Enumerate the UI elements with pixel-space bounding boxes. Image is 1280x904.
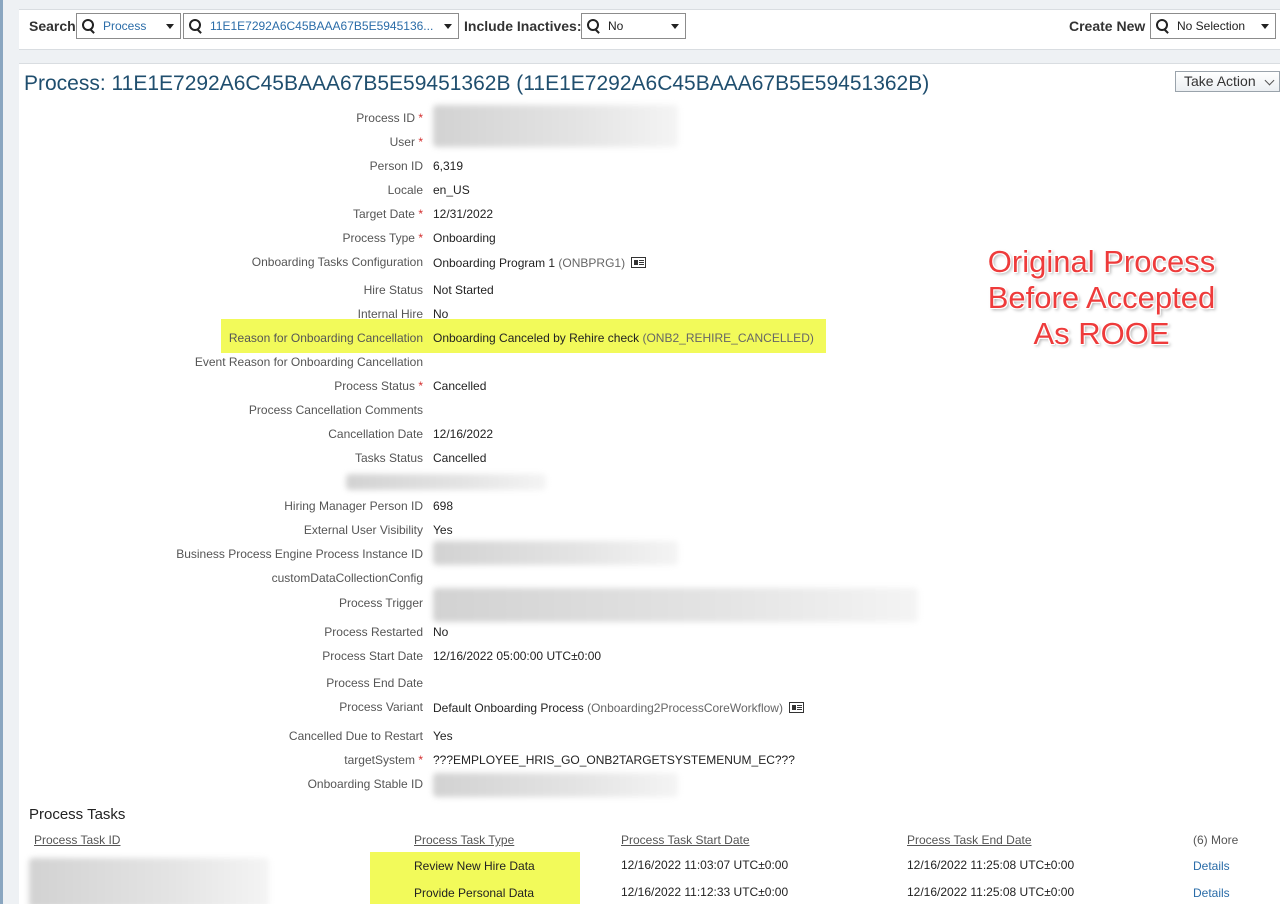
create-new-select[interactable]: No Selection (1150, 13, 1276, 39)
field-label-ext-visibility: External User Visibility (303, 523, 423, 537)
field-value-internal-hire: No (433, 307, 449, 321)
field-label-cancel-reason: Reason for Onboarding Cancellation (228, 331, 423, 345)
field-label-end-date: Process End Date (326, 676, 423, 690)
field-label-custom-config: customDataCollectionConfig (271, 571, 423, 585)
field-label-cancel-date: Cancellation Date (328, 427, 423, 441)
field-value-hiring-manager: 698 (433, 499, 454, 513)
field-label-bpe-instance: Business Process Engine Process Instance… (176, 547, 423, 561)
search-icon (79, 17, 97, 35)
task-row-1-end: 12/16/2022 11:25:08 UTC±0:00 (907, 858, 1075, 872)
field-label-cancelled-restart: Cancelled Due to Restart (288, 729, 423, 743)
task-row-1-start: 12/16/2022 11:03:07 UTC±0:00 (621, 858, 789, 872)
field-label-person-id: Person ID (369, 159, 423, 173)
field-value-cancel-reason: Onboarding Canceled by Rehire check (ONB… (433, 331, 814, 345)
field-label-target-system: targetSystem * (344, 753, 423, 767)
field-value-target-date: 12/31/2022 (433, 207, 494, 221)
details-card-icon[interactable] (789, 702, 805, 713)
more-columns-link[interactable]: (6) More (1193, 833, 1238, 847)
take-action-button[interactable]: Take Action (1175, 71, 1280, 92)
process-detail-panel: Process: 11E1E7292A6C45BAAA67B5E59451362… (19, 63, 1280, 904)
field-label-hire-status: Hire Status (363, 283, 423, 297)
task-row-2-type: Provide Personal Data (414, 886, 535, 900)
field-value-process-status: Cancelled (433, 379, 487, 393)
field-label-process-trigger: Process Trigger (338, 596, 423, 610)
field-label-process-status: Process Status * (334, 379, 423, 393)
include-inactives-label: Include Inactives: (464, 18, 582, 34)
object-search-select[interactable]: 11E1E7292A6C45BAAA67B5E5945136... (183, 13, 459, 39)
task-row-2-start: 12/16/2022 11:12:33 UTC±0:00 (621, 885, 789, 899)
field-value-hire-status: Not Started (433, 283, 494, 297)
field-label-event-reason: Event Reason for Onboarding Cancellation (194, 355, 423, 369)
redacted-task-ids (29, 858, 269, 904)
field-value-target-system: ???EMPLOYEE_HRIS_GO_ONB2TARGETSYSTEMENUM… (433, 753, 795, 767)
dropdown-caret-icon (671, 23, 679, 29)
redacted-process-trigger (433, 588, 918, 622)
task-row-1-type: Review New Hire Data (414, 859, 535, 873)
search-icon (584, 17, 602, 35)
field-value-variant: Default Onboarding Process (Onboarding2P… (433, 701, 805, 715)
chevron-down-icon (1264, 75, 1275, 86)
dropdown-caret-icon (444, 23, 452, 29)
field-value-person-id: 6,319 (433, 159, 464, 173)
task-row-1-details-link[interactable]: Details (1193, 859, 1230, 873)
redacted-process-id-user (433, 105, 678, 147)
field-label-restarted: Process Restarted (324, 625, 423, 639)
field-label-hiring-manager: Hiring Manager Person ID (284, 499, 423, 513)
field-label-process-id: Process ID * (356, 111, 423, 125)
field-label-variant: Process Variant (339, 700, 423, 714)
details-card-icon[interactable] (631, 257, 647, 268)
field-value-ext-visibility: Yes (433, 523, 453, 537)
column-header-task-type[interactable]: Process Task Type (414, 833, 514, 847)
field-label-locale: Locale (387, 183, 423, 197)
process-tasks-title: Process Tasks (29, 806, 126, 823)
object-type-select[interactable]: Process (76, 13, 181, 39)
field-value-locale: en_US (433, 183, 470, 197)
dropdown-caret-icon (166, 23, 174, 29)
field-label-target-date: Target Date * (352, 207, 423, 221)
redacted-bpe-instance (433, 541, 678, 565)
include-inactives-select[interactable]: No (581, 13, 686, 39)
page-title: Process: 11E1E7292A6C45BAAA67B5E59451362… (24, 72, 930, 95)
field-label-process-type: Process Type * (342, 231, 424, 245)
field-value-restarted: No (433, 625, 449, 639)
field-value-start-date: 12/16/2022 05:00:00 UTC±0:00 (433, 649, 602, 663)
annotation-callout: Original Process Before Accepted As ROOE (987, 244, 1216, 351)
search-icon (1153, 17, 1171, 35)
field-label-user: User * (389, 135, 423, 149)
task-row-2-end: 12/16/2022 11:25:08 UTC±0:00 (907, 885, 1075, 899)
field-label-internal-hire: Internal Hire (357, 307, 423, 321)
left-edge-strip (0, 0, 3, 904)
field-value-process-type: Onboarding (433, 231, 496, 245)
create-new-label: Create New (1069, 18, 1146, 34)
field-label-start-date: Process Start Date (322, 649, 423, 663)
field-label-tasks-config: Onboarding Tasks Configuration (251, 255, 423, 269)
field-label-cancel-comments: Process Cancellation Comments (248, 403, 423, 417)
field-label-stable-id: Onboarding Stable ID (307, 777, 423, 791)
field-value-cancelled-restart: Yes (433, 729, 453, 743)
field-value-tasks-config: Onboarding Program 1 (ONBPRG1) (433, 256, 647, 270)
search-label: Search (29, 18, 76, 34)
field-value-cancel-date: 12/16/2022 (433, 427, 494, 441)
dropdown-caret-icon (1261, 23, 1269, 29)
redacted-field-row (346, 474, 546, 490)
search-icon (186, 17, 204, 35)
redacted-stable-id (433, 773, 678, 797)
column-header-task-id[interactable]: Process Task ID (34, 833, 120, 847)
column-header-end-date[interactable]: Process Task End Date (907, 833, 1032, 847)
field-label-tasks-status: Tasks Status (354, 451, 423, 465)
search-bar: Search Process 11E1E7292A6C45BAAA67B5E59… (19, 9, 1280, 50)
field-value-tasks-status: Cancelled (433, 451, 487, 465)
column-header-start-date[interactable]: Process Task Start Date (621, 833, 750, 847)
task-row-2-details-link[interactable]: Details (1193, 886, 1230, 900)
